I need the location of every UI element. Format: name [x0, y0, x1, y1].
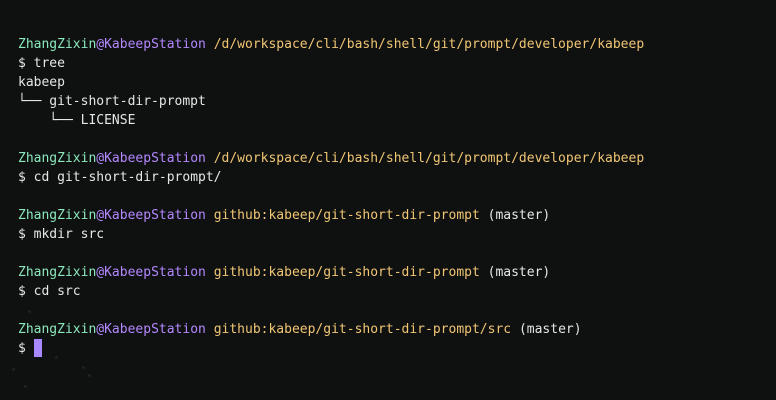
output-line: └── LICENSE: [18, 113, 136, 128]
prompt-symbol: $: [18, 227, 26, 242]
command-line: $: [18, 339, 776, 358]
git-branch: (master): [487, 265, 551, 280]
prompt-at: @: [96, 151, 105, 166]
prompt-symbol: $: [18, 56, 26, 71]
git-branch: (master): [518, 322, 582, 337]
prompt-header: ZhangZixin@KabeepStation github:kabeep/g…: [18, 206, 776, 225]
prompt-host: KabeepStation: [104, 208, 206, 223]
prompt-header: ZhangZixin@KabeepStation github:kabeep/g…: [18, 320, 776, 339]
command-line: $ mkdir src: [18, 225, 776, 244]
text-cursor[interactable]: [33, 339, 42, 357]
prompt-at: @: [96, 322, 105, 337]
prompt-user: ZhangZixin: [18, 265, 97, 280]
output-line: └── git-short-dir-prompt: [18, 94, 206, 109]
command-text: tree: [33, 56, 65, 71]
git-branch: (master): [487, 208, 551, 223]
command-text: cd src: [33, 284, 81, 299]
terminal-window[interactable]: ZhangZixin@KabeepStation /d/workspace/cl…: [0, 0, 776, 400]
prompt-symbol: $: [18, 284, 26, 299]
command-line: $ tree: [18, 54, 776, 73]
prompt-symbol: $: [18, 341, 26, 356]
prompt-path: /d/workspace/cli/bash/shell/git/prompt/d…: [213, 151, 645, 166]
prompt-host: KabeepStation: [104, 322, 206, 337]
terminal-output: ZhangZixin@KabeepStation /d/workspace/cl…: [18, 35, 776, 358]
prompt-path: github:kabeep/git-short-dir-prompt: [213, 208, 480, 223]
command-text: mkdir src: [33, 227, 105, 242]
prompt-user: ZhangZixin: [18, 322, 97, 337]
prompt-host: KabeepStation: [104, 265, 206, 280]
command-text: cd git-short-dir-prompt/: [33, 170, 222, 185]
prompt-header: ZhangZixin@KabeepStation github:kabeep/g…: [18, 263, 776, 282]
prompt-path: github:kabeep/git-short-dir-prompt: [213, 265, 480, 280]
output-line: kabeep: [18, 75, 65, 90]
command-line: $ cd git-short-dir-prompt/: [18, 168, 776, 187]
prompt-at: @: [96, 208, 105, 223]
prompt-symbol: $: [18, 170, 26, 185]
prompt-path: /d/workspace/cli/bash/shell/git/prompt/d…: [213, 37, 645, 52]
prompt-header: ZhangZixin@KabeepStation /d/workspace/cl…: [18, 149, 776, 168]
prompt-user: ZhangZixin: [18, 208, 97, 223]
prompt-user: ZhangZixin: [18, 151, 97, 166]
prompt-user: ZhangZixin: [18, 37, 97, 52]
prompt-path: github:kabeep/git-short-dir-prompt/src: [213, 322, 512, 337]
prompt-at: @: [96, 37, 105, 52]
prompt-header: ZhangZixin@KabeepStation /d/workspace/cl…: [18, 35, 776, 54]
prompt-at: @: [96, 265, 105, 280]
prompt-host: KabeepStation: [104, 37, 206, 52]
command-line: $ cd src: [18, 282, 776, 301]
prompt-host: KabeepStation: [104, 151, 206, 166]
